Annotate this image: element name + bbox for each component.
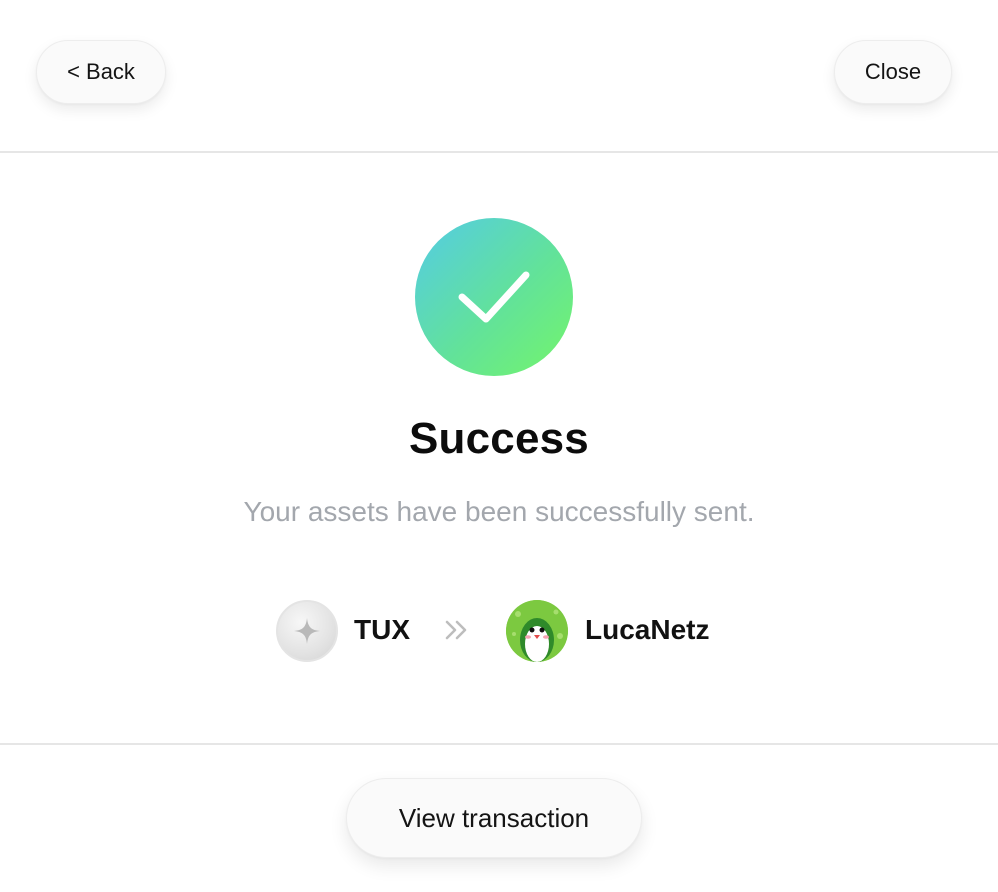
status-message: Your assets have been successfully sent. <box>243 496 755 527</box>
back-button-label: < Back <box>67 59 135 84</box>
success-screen: < Back Close Success Your assets have be… <box>0 0 998 892</box>
footer-divider <box>0 743 998 745</box>
page-title: Success <box>409 414 589 463</box>
penguin-avatar-icon <box>506 600 568 662</box>
transfer-summary: TUX LucaNetz <box>0 600 998 664</box>
back-button[interactable]: < Back <box>36 40 166 104</box>
close-button[interactable]: Close <box>834 40 952 104</box>
token-symbol: TUX <box>354 614 410 645</box>
view-transaction-button[interactable]: View transaction <box>346 778 642 858</box>
recipient-avatar <box>506 600 568 662</box>
success-badge <box>415 218 573 376</box>
double-chevron-right-icon <box>445 620 467 640</box>
close-button-label: Close <box>864 59 922 84</box>
sparkle-icon <box>294 618 320 644</box>
header-divider <box>0 151 998 153</box>
view-transaction-label: View transaction <box>398 802 590 833</box>
token-avatar <box>276 600 338 662</box>
header-bar: < Back Close <box>0 0 998 152</box>
recipient-name: LucaNetz <box>585 614 710 645</box>
checkmark-icon <box>458 271 530 323</box>
